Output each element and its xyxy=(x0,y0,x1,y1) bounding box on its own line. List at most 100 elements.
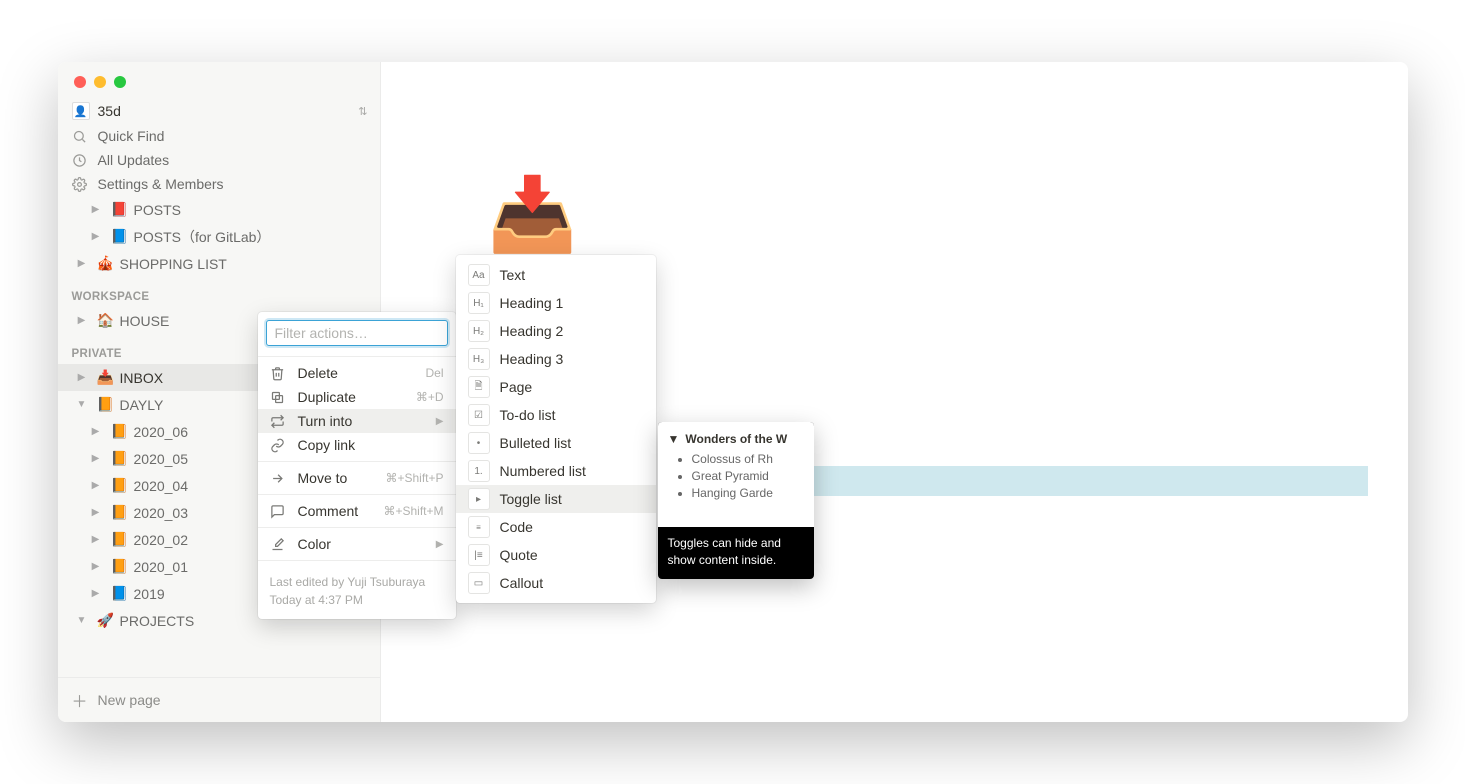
chevron-updown-icon: ⇅ xyxy=(358,105,367,118)
menu-item-delete[interactable]: Delete Del xyxy=(258,361,456,385)
page-emoji-icon: 📘 xyxy=(110,228,130,245)
sidebar-item-label: 2020_05 xyxy=(134,451,189,467)
minimize-icon[interactable] xyxy=(94,76,106,88)
submenu-item-code[interactable]: ≡ Code xyxy=(456,513,656,541)
new-page-label: New page xyxy=(98,692,161,708)
filter-actions-input[interactable] xyxy=(266,320,448,346)
menu-item-copy-link[interactable]: Copy link xyxy=(258,433,456,457)
menu-footer: Last edited by Yuji Tsuburaya Today at 4… xyxy=(258,565,456,613)
gear-icon xyxy=(72,176,88,192)
page-icon[interactable]: 📥 xyxy=(488,172,578,257)
maximize-icon[interactable] xyxy=(114,76,126,88)
link-icon xyxy=(270,438,288,453)
preview-bullet: Hanging Garde xyxy=(692,486,804,500)
submenu-item-page[interactable]: 🗎 Page xyxy=(456,373,656,401)
chevron-right-icon: ▶ xyxy=(86,507,106,518)
submenu-item-bulleted[interactable]: • Bulleted list xyxy=(456,429,656,457)
chevron-right-icon: ▶ xyxy=(86,588,106,599)
chevron-right-icon: ▶ xyxy=(86,426,106,437)
bulleted-block-icon: • xyxy=(468,432,490,454)
submenu-item-toggle[interactable]: ▸ Toggle list xyxy=(456,485,656,513)
workspace-section-label: WORKSPACE xyxy=(58,277,380,307)
chevron-down-icon: ▼ xyxy=(72,399,92,410)
page-emoji-icon: 📙 xyxy=(110,450,130,467)
traffic-lights xyxy=(74,76,126,88)
app-window: 👤 35d ⇅ Quick Find All Updates Settings … xyxy=(58,62,1408,722)
search-icon xyxy=(72,128,88,144)
menu-item-comment[interactable]: Comment ⌘+Shift+M xyxy=(258,499,456,523)
turn-into-submenu: Aa Text H₁ Heading 1 H₂ Heading 2 H₃ Hea… xyxy=(456,255,656,603)
menu-item-label: Duplicate xyxy=(298,389,406,405)
preview-bullet: Great Pyramid xyxy=(692,469,804,483)
chevron-right-icon: ▶ xyxy=(72,258,92,269)
last-edited-time: Today at 4:37 PM xyxy=(270,591,444,609)
new-page-button[interactable]: ＋ New page xyxy=(58,677,380,722)
chevron-right-icon: ▶ xyxy=(86,534,106,545)
page-emoji-icon: 🎪 xyxy=(96,255,116,272)
close-icon[interactable] xyxy=(74,76,86,88)
sidebar-item-label: 2020_03 xyxy=(134,505,189,521)
chevron-down-icon: ▼ xyxy=(72,615,92,626)
sidebar-item-label: 2020_04 xyxy=(134,478,189,494)
sidebar-item-label: HOUSE xyxy=(120,313,170,329)
submenu-item-label: Text xyxy=(500,267,526,283)
h3-block-icon: H₃ xyxy=(468,348,490,370)
page-emoji-icon: 📘 xyxy=(110,585,130,602)
sidebar-item-label: 2020_02 xyxy=(134,532,189,548)
submenu-item-h3[interactable]: H₃ Heading 3 xyxy=(456,345,656,373)
sidebar-item-label: 2019 xyxy=(134,586,165,602)
submenu-item-label: Bulleted list xyxy=(500,435,572,451)
submenu-item-label: To-do list xyxy=(500,407,556,423)
page-emoji-icon: 📙 xyxy=(96,396,116,413)
menu-item-color[interactable]: Color ▶ xyxy=(258,532,456,556)
sidebar-item-label: POSTS（for GitLab） xyxy=(134,227,271,247)
page-emoji-icon: 📙 xyxy=(110,531,130,548)
quick-find[interactable]: Quick Find xyxy=(58,124,380,148)
page-emoji-icon: 📙 xyxy=(110,477,130,494)
chevron-right-icon: ▶ xyxy=(436,539,444,550)
page-emoji-icon: 📕 xyxy=(110,201,130,218)
submenu-item-numbered[interactable]: 1. Numbered list xyxy=(456,457,656,485)
chevron-right-icon: ▶ xyxy=(72,372,92,383)
menu-item-move-to[interactable]: Move to ⌘+Shift+P xyxy=(258,466,456,490)
submenu-item-todo[interactable]: ☑ To-do list xyxy=(456,401,656,429)
callout-block-icon: ▭ xyxy=(468,572,490,594)
settings-members[interactable]: Settings & Members xyxy=(58,172,380,196)
submenu-item-callout[interactable]: ▭ Callout xyxy=(456,569,656,597)
h1-block-icon: H₁ xyxy=(468,292,490,314)
submenu-item-label: Code xyxy=(500,519,533,535)
menu-item-duplicate[interactable]: Duplicate ⌘+D xyxy=(258,385,456,409)
chevron-right-icon: ▶ xyxy=(86,453,106,464)
submenu-item-quote[interactable]: |≡ Quote xyxy=(456,541,656,569)
submenu-item-h2[interactable]: H₂ Heading 2 xyxy=(456,317,656,345)
h2-block-icon: H₂ xyxy=(468,320,490,342)
trash-icon xyxy=(270,366,288,381)
sidebar-item-shopping-list[interactable]: ▶ 🎪 SHOPPING LIST xyxy=(58,250,380,277)
keyboard-shortcut: ⌘+Shift+M xyxy=(383,504,443,518)
submenu-item-label: Callout xyxy=(500,575,544,591)
submenu-item-h1[interactable]: H₁ Heading 1 xyxy=(456,289,656,317)
preview-bullet: Colossus of Rh xyxy=(692,452,804,466)
submenu-item-label: Heading 3 xyxy=(500,351,564,367)
workspace-switcher[interactable]: 👤 35d ⇅ xyxy=(58,98,380,124)
menu-item-label: Move to xyxy=(298,470,376,486)
keyboard-shortcut: ⌘+Shift+P xyxy=(385,471,443,485)
menu-item-label: Color xyxy=(298,536,426,552)
transform-icon xyxy=(270,414,288,429)
sidebar-item-label: SHOPPING LIST xyxy=(120,256,227,272)
last-edited-by: Last edited by Yuji Tsuburaya xyxy=(270,573,444,591)
move-icon xyxy=(270,471,288,486)
plus-icon: ＋ xyxy=(72,688,88,712)
clock-icon xyxy=(72,152,88,168)
submenu-item-label: Quote xyxy=(500,547,538,563)
submenu-item-text[interactable]: Aa Text xyxy=(456,261,656,289)
comment-icon xyxy=(270,504,288,519)
block-selection-highlight xyxy=(811,466,1368,496)
sidebar-item-label: 2020_06 xyxy=(134,424,189,440)
workspace-avatar-icon: 👤 xyxy=(72,102,90,120)
paint-icon xyxy=(270,537,288,552)
menu-item-turn-into[interactable]: Turn into ▶ xyxy=(258,409,456,433)
sidebar-item-posts[interactable]: ▶ 📕 POSTS xyxy=(58,196,380,223)
all-updates[interactable]: All Updates xyxy=(58,148,380,172)
sidebar-item-posts-gitlab[interactable]: ▶ 📘 POSTS（for GitLab） xyxy=(58,223,380,250)
